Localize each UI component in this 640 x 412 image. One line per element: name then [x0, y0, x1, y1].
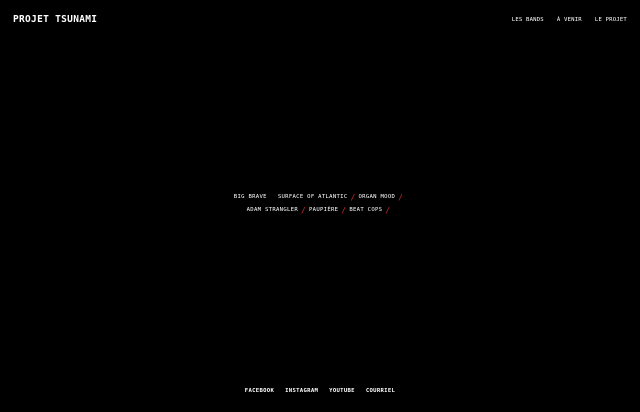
instagram-link[interactable]: INSTAGRAM [285, 388, 318, 394]
band-organ-mood[interactable]: ORGAN MOOD [359, 191, 396, 204]
band-paupiere[interactable]: PAUPIÈRE [309, 204, 338, 217]
separator-slash: / [300, 205, 307, 215]
main-nav: LES BANDS À VENIR LE PROJET [512, 17, 627, 23]
separator: / [267, 194, 278, 202]
band-beat-cops[interactable]: BEAT COPS [349, 204, 382, 217]
separator-slash: / [341, 205, 347, 215]
band-row: ADAM STRANGLER / PAUPIÈRE / BEAT COPS / [0, 204, 640, 217]
separator-slash: / [385, 205, 391, 215]
band-list: BIG BRAVE / SURFACE OF ATLANTIC / ORGAN … [0, 191, 640, 217]
band-adam-strangler[interactable]: ADAM STRANGLER [247, 204, 298, 217]
separator-slash: / [350, 192, 356, 202]
courriel-link[interactable]: COURRIEL [366, 388, 395, 394]
nav-le-projet[interactable]: LE PROJET [595, 17, 627, 23]
nav-les-bands[interactable]: LES BANDS [512, 17, 544, 23]
separator-slash: / [398, 192, 404, 202]
youtube-link[interactable]: YOUTUBE [329, 388, 355, 394]
band-surface-of-atlantic[interactable]: SURFACE OF ATLANTIC [278, 191, 348, 204]
band-big-brave[interactable]: BIG BRAVE [234, 191, 267, 204]
facebook-link[interactable]: FACEBOOK [245, 388, 274, 394]
site-logo[interactable]: PROJET TSUNAMI [13, 14, 97, 25]
nav-a-venir[interactable]: À VENIR [557, 17, 582, 23]
social-links: FACEBOOK INSTAGRAM YOUTUBE COURRIEL [0, 388, 640, 394]
band-row: BIG BRAVE / SURFACE OF ATLANTIC / ORGAN … [0, 191, 640, 204]
